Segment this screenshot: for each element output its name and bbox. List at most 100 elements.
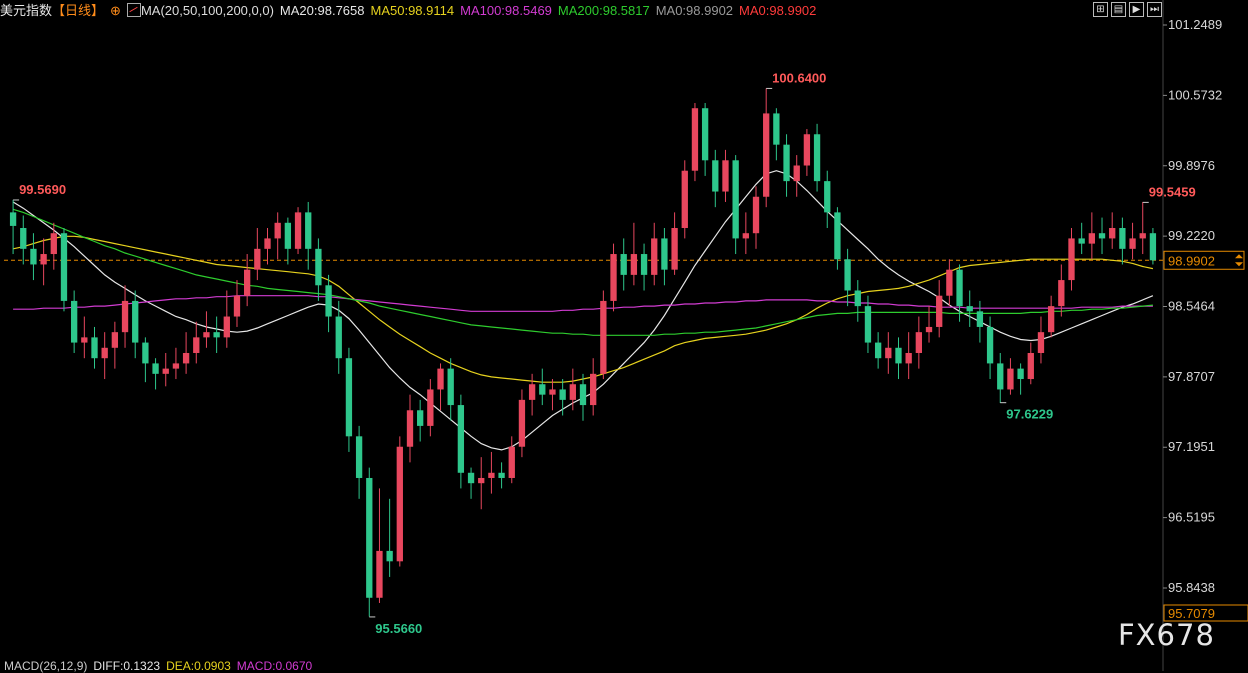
y-tick-label: 95.8438 xyxy=(1168,580,1215,595)
candle xyxy=(1139,201,1146,255)
candle-body xyxy=(9,212,17,226)
candle xyxy=(742,212,749,255)
candle-body xyxy=(457,405,465,473)
candle-body xyxy=(1119,227,1126,249)
candle-body xyxy=(417,410,424,426)
candle-body xyxy=(81,337,88,343)
candle-body xyxy=(213,332,220,338)
candle-body xyxy=(936,295,943,327)
candle xyxy=(528,373,536,416)
candle-body xyxy=(254,248,261,270)
candle-body xyxy=(233,295,241,317)
candle xyxy=(30,233,37,281)
candle xyxy=(427,379,434,437)
candle xyxy=(264,227,271,265)
candle-body xyxy=(763,113,770,197)
candle-body xyxy=(101,347,108,359)
candle xyxy=(203,311,210,348)
y-tick-label: 100.5732 xyxy=(1168,87,1222,102)
candle xyxy=(396,436,403,567)
candle xyxy=(1149,227,1157,265)
candle xyxy=(70,290,78,353)
candle xyxy=(539,368,546,406)
candle xyxy=(1068,227,1075,291)
candle-body xyxy=(610,254,617,301)
candle-body xyxy=(111,332,119,348)
candle-body xyxy=(793,165,800,182)
candle-body xyxy=(712,160,719,192)
candle-body xyxy=(966,306,973,312)
candle-body xyxy=(355,436,363,478)
extreme-price-label: 99.5459 xyxy=(1149,184,1196,199)
candle xyxy=(773,108,780,161)
candle xyxy=(213,316,220,353)
candle xyxy=(193,321,200,364)
candle xyxy=(386,498,393,577)
candle xyxy=(162,352,169,387)
candle-body xyxy=(91,337,98,359)
candle-body xyxy=(376,550,383,598)
candle xyxy=(732,155,739,255)
candle-body xyxy=(152,363,159,374)
candle xyxy=(478,457,485,510)
candle-body xyxy=(986,326,994,364)
candle-body xyxy=(590,373,597,406)
candle-body xyxy=(335,316,342,359)
candle-body xyxy=(824,181,831,213)
candle xyxy=(284,217,292,265)
candle xyxy=(895,337,902,380)
candle-body xyxy=(1109,227,1116,239)
candle xyxy=(467,467,475,499)
candle-body xyxy=(1139,233,1146,239)
candle-body xyxy=(70,300,78,343)
candle-body xyxy=(244,269,251,296)
candle-body xyxy=(488,472,495,478)
candle-body xyxy=(132,300,139,343)
candle-body xyxy=(366,477,373,598)
candle-body xyxy=(854,290,861,307)
candle-body xyxy=(447,368,454,406)
candle xyxy=(254,227,261,281)
candle-body xyxy=(305,212,312,249)
candle xyxy=(579,373,587,421)
candle xyxy=(610,243,617,312)
candle xyxy=(701,103,709,176)
candle-body xyxy=(386,550,393,562)
candle xyxy=(722,149,729,202)
candle xyxy=(671,212,678,275)
fx678-watermark: FX678 xyxy=(1118,618,1215,652)
candle xyxy=(1007,358,1014,395)
candle xyxy=(691,103,699,182)
candle xyxy=(498,462,505,489)
candle-body xyxy=(834,212,841,260)
candle-body xyxy=(997,363,1004,390)
candle xyxy=(244,254,251,307)
candle xyxy=(864,295,872,353)
candle xyxy=(763,88,770,208)
candle-body xyxy=(1007,368,1014,390)
candle xyxy=(803,129,811,176)
candle-body xyxy=(1149,233,1157,261)
candle xyxy=(315,238,322,301)
candle-body xyxy=(722,160,729,192)
candle-body xyxy=(915,332,922,353)
candle xyxy=(223,290,230,348)
candle-body xyxy=(345,358,353,437)
candle-body xyxy=(803,134,811,166)
candle-body xyxy=(1017,368,1024,380)
candle-body xyxy=(600,300,607,374)
candle-body xyxy=(539,384,546,395)
candle xyxy=(233,280,241,327)
candle-body xyxy=(498,472,505,478)
extreme-price-label: 95.5660 xyxy=(375,621,422,636)
candle-body xyxy=(182,352,190,364)
candle-body xyxy=(203,332,210,338)
candle-body xyxy=(640,254,648,275)
candle-body xyxy=(325,285,332,317)
last-price-label: 98.9902 xyxy=(1168,253,1215,268)
ma-line-ma100 xyxy=(13,295,1153,312)
candlestick-chart[interactable]: 101.2489 100.5732 99.8976 99.2220 98.5464 97.… xyxy=(0,0,1248,671)
candle xyxy=(630,222,638,286)
candle xyxy=(406,394,414,463)
candle-body xyxy=(1129,238,1136,249)
